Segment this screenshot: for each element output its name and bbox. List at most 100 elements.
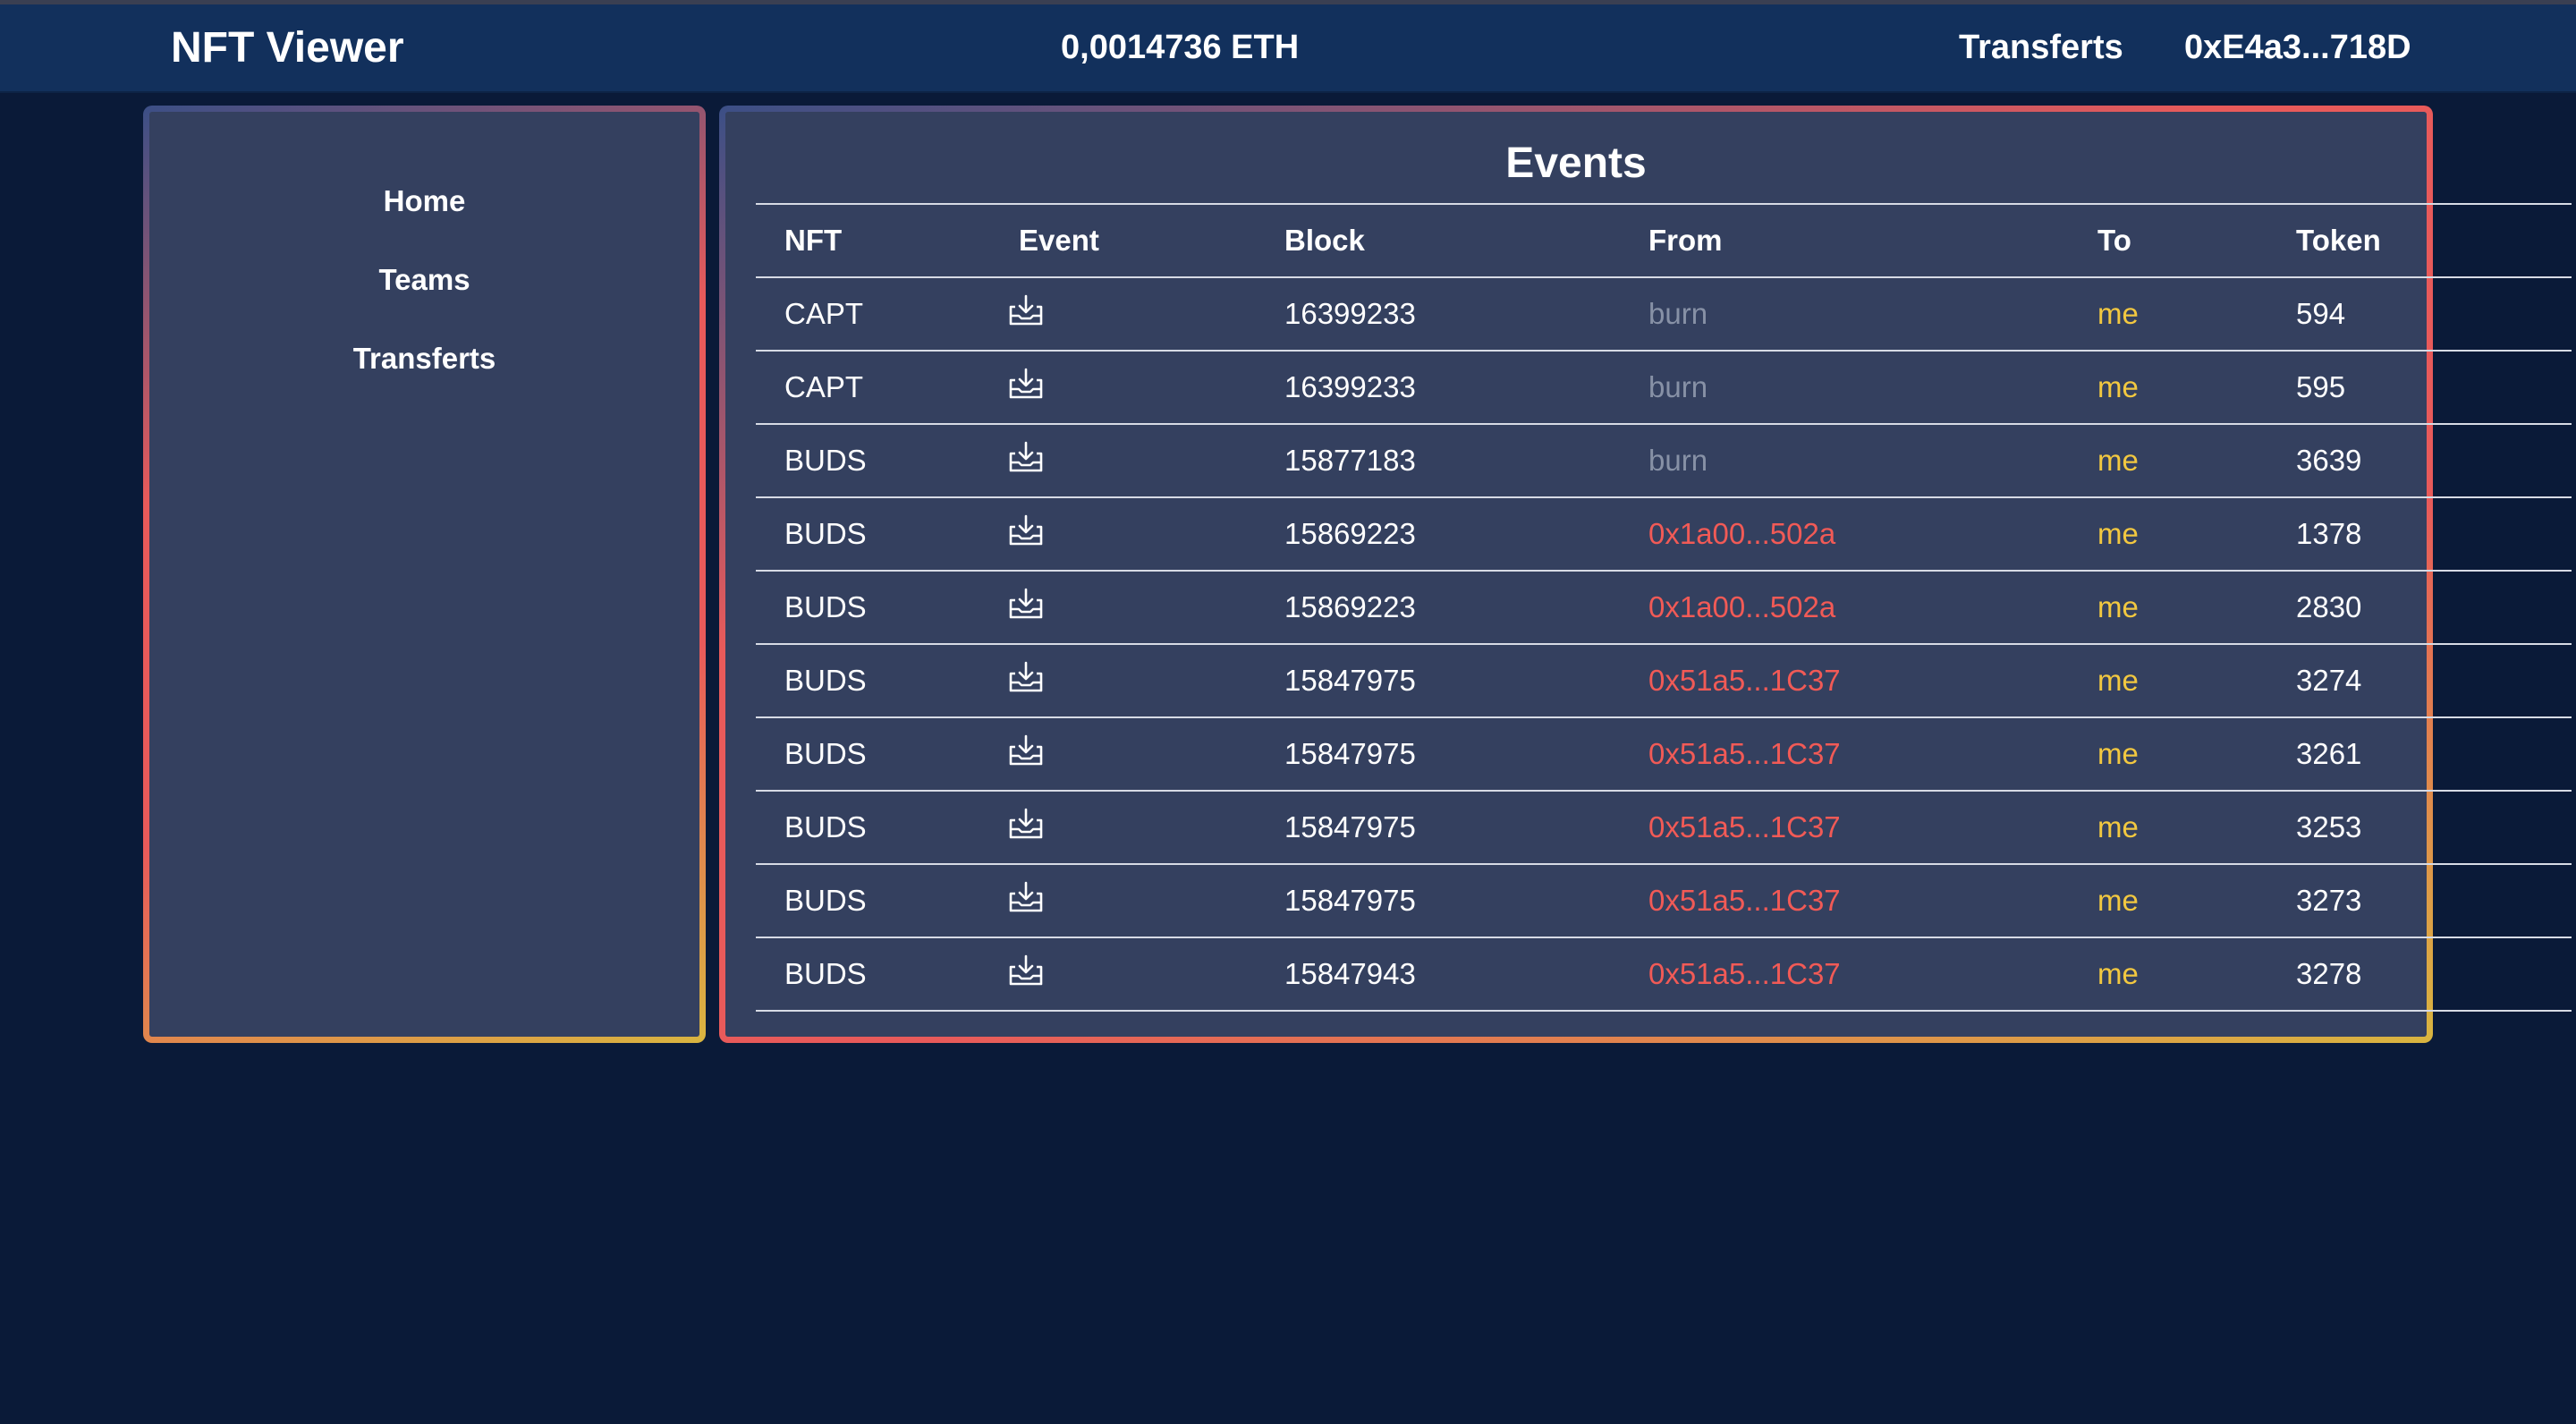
wallet-address-button[interactable]: 0xE4a3...718D [2184,4,2411,91]
event-icon-wrap[interactable] [1006,954,1046,987]
cell-event [990,717,1256,791]
event-icon-wrap[interactable] [1006,514,1046,547]
sidebar: Home Teams Transferts [143,106,706,1043]
cell-to: me [2097,590,2139,623]
events-panel: Events NFT Event Block From To Token CAP… [719,106,2572,1043]
sidebar-menu: Home Teams Transferts [149,162,699,398]
events-table-container: NFT Event Block From To Token CAPT 163992… [756,203,2572,1012]
cell-nft: BUDS [784,737,867,770]
cell-event [990,497,1256,571]
sidebar-item-teams[interactable]: Teams [149,241,699,319]
cell-from: burn [1648,444,1708,477]
events-table-body: CAPT 16399233 burn me 594 CAPT 16399233 burn me 5… [756,277,2572,1011]
table-row[interactable]: BUDS 15869223 0x1a00...502a me 2830 [756,571,2572,644]
event-icon-wrap[interactable] [1006,441,1046,473]
column-header-nft: NFT [784,224,843,257]
download-tray-icon [1009,734,1043,766]
column-header-token: Token [2296,224,2381,257]
event-icon-wrap[interactable] [1006,661,1046,693]
cell-block: 16399233 [1284,297,1416,330]
download-tray-icon [1009,661,1043,692]
cell-nft: CAPT [784,370,864,403]
table-row[interactable]: BUDS 15847975 0x51a5...1C37 me 3253 [756,791,2572,864]
cell-block: 15847975 [1284,737,1416,770]
event-icon-wrap[interactable] [1006,294,1046,326]
cell-to: me [2097,884,2139,917]
download-tray-icon [1009,368,1043,399]
cell-event [990,864,1256,937]
cell-to: me [2097,370,2139,403]
event-icon-wrap[interactable] [1006,368,1046,400]
cell-to: me [2097,517,2139,550]
column-header-event: Event [1019,224,1099,257]
cell-block: 15869223 [1284,517,1416,550]
table-row[interactable]: BUDS 15847943 0x51a5...1C37 me 3278 [756,937,2572,1011]
cell-event [990,277,1256,351]
cell-from[interactable]: 0x51a5...1C37 [1620,864,2069,937]
cell-block: 15847975 [1284,810,1416,843]
cell-block: 15869223 [1284,590,1416,623]
navbar: NFT Viewer 0,0014736 ETH Transferts 0xE4… [0,4,2576,93]
cell-from[interactable]: 0x51a5...1C37 [1620,937,2069,1011]
cell-from[interactable]: 0x1a00...502a [1620,497,2069,571]
cell-from: burn [1648,370,1708,403]
event-icon-wrap[interactable] [1006,808,1046,840]
cell-nft: BUDS [784,810,867,843]
column-header-block: Block [1284,224,1365,257]
cell-event [990,571,1256,644]
cell-event [990,644,1256,717]
column-header-to: To [2097,224,2131,257]
cell-from[interactable]: 0x51a5...1C37 [1620,791,2069,864]
cell-from: burn [1648,297,1708,330]
cell-event [990,351,1256,424]
table-row[interactable]: BUDS 15847975 0x51a5...1C37 me 3274 [756,644,2572,717]
download-tray-icon [1009,514,1043,546]
events-title: Events [1505,140,1647,187]
cell-block: 15847975 [1284,664,1416,697]
sidebar-item-home[interactable]: Home [149,162,699,241]
cell-from[interactable]: 0x51a5...1C37 [1620,717,2069,791]
cell-token: 3273 [2296,884,2362,917]
cell-token: 2830 [2296,590,2362,623]
cell-token: 3639 [2296,444,2362,477]
download-tray-icon [1009,881,1043,912]
cell-to: me [2097,810,2139,843]
cell-block: 15847943 [1284,957,1416,990]
cell-event [990,937,1256,1011]
brand-title[interactable]: NFT Viewer [171,4,404,91]
cell-block: 15847975 [1284,884,1416,917]
cell-token: 3261 [2296,737,2362,770]
cell-to: me [2097,664,2139,697]
cell-nft: BUDS [784,517,867,550]
cell-block: 16399233 [1284,370,1416,403]
eth-balance: 0,0014736 ETH [1061,29,1300,66]
download-tray-icon [1009,808,1043,839]
cell-token: 3274 [2296,664,2362,697]
nav-link-transferts[interactable]: Transferts [1959,4,2123,91]
event-icon-wrap[interactable] [1006,881,1046,913]
cell-event [990,791,1256,864]
event-icon-wrap[interactable] [1006,588,1046,620]
cell-nft: CAPT [784,297,864,330]
table-row[interactable]: BUDS 15869223 0x1a00...502a me 1378 [756,497,2572,571]
download-tray-icon [1009,441,1043,472]
table-row[interactable]: BUDS 15847975 0x51a5...1C37 me 3273 [756,864,2572,937]
event-icon-wrap[interactable] [1006,734,1046,767]
table-row[interactable]: CAPT 16399233 burn me 594 [756,277,2572,351]
cell-from[interactable]: 0x51a5...1C37 [1620,644,2069,717]
table-header-row: NFT Event Block From To Token [756,204,2572,277]
table-row[interactable]: BUDS 15877183 burn me 3639 [756,424,2572,497]
download-tray-icon [1009,294,1043,326]
cell-token: 594 [2296,297,2346,330]
sidebar-item-transferts[interactable]: Transferts [149,319,699,398]
cell-token: 1378 [2296,517,2362,550]
cell-nft: BUDS [784,957,867,990]
download-tray-icon [1009,588,1043,619]
cell-token: 3253 [2296,810,2362,843]
table-row[interactable]: BUDS 15847975 0x51a5...1C37 me 3261 [756,717,2572,791]
cell-from[interactable]: 0x1a00...502a [1620,571,2069,644]
cell-nft: BUDS [784,884,867,917]
cell-to: me [2097,737,2139,770]
cell-token: 3278 [2296,957,2362,990]
table-row[interactable]: CAPT 16399233 burn me 595 [756,351,2572,424]
